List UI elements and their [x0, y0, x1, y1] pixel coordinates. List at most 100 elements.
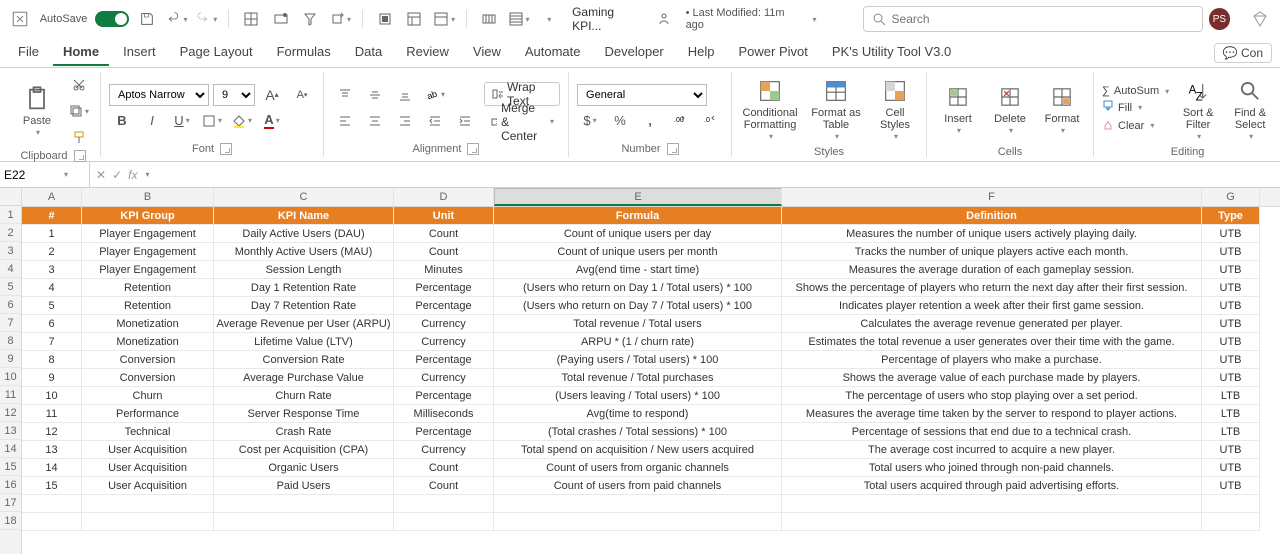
cell[interactable]: 6 [22, 315, 82, 333]
row-header[interactable]: 16 [0, 476, 21, 494]
accept-formula-icon[interactable]: ✓ [112, 168, 122, 182]
cell[interactable]: Player Engagement [82, 261, 214, 279]
fx-icon[interactable]: fx [128, 168, 137, 182]
qat-icon-3[interactable] [298, 7, 322, 31]
cell[interactable]: Total revenue / Total users [494, 315, 782, 333]
cell[interactable]: Minutes [394, 261, 494, 279]
cell[interactable]: Count [394, 477, 494, 495]
cell[interactable]: Definition [782, 207, 1202, 225]
cell[interactable]: Server Response Time [214, 405, 394, 423]
clipboard-launcher-icon[interactable] [74, 150, 86, 162]
align-right-icon[interactable] [392, 110, 418, 132]
last-modified[interactable]: • Last Modified: 11m ago [686, 7, 805, 31]
row-header[interactable]: 1 [0, 206, 21, 224]
tab-pk-s-utility-tool-v3-0[interactable]: PK's Utility Tool V3.0 [822, 39, 961, 66]
merge-center-button[interactable]: Merge & Center▾ [484, 110, 560, 134]
save-icon[interactable] [135, 7, 159, 31]
cell[interactable]: UTB [1202, 261, 1260, 279]
cell[interactable]: 8 [22, 351, 82, 369]
font-name-select[interactable]: Aptos Narrow [109, 84, 209, 106]
cell[interactable]: Avg(end time - start time) [494, 261, 782, 279]
cell[interactable]: UTB [1202, 225, 1260, 243]
cell[interactable]: Calculates the average revenue generated… [782, 315, 1202, 333]
cell[interactable]: Count [394, 243, 494, 261]
decrease-decimal-icon[interactable]: .0 [697, 110, 723, 132]
font-color-icon[interactable]: A▾ [259, 110, 285, 132]
cell[interactable]: Type [1202, 207, 1260, 225]
cell[interactable]: Percentage of sessions that end due to a… [782, 423, 1202, 441]
search-input[interactable] [892, 12, 1194, 26]
cell[interactable] [82, 513, 214, 531]
paste-button[interactable]: Paste ▾ [14, 81, 60, 141]
tab-formulas[interactable]: Formulas [267, 39, 341, 66]
cell[interactable]: Monthly Active Users (MAU) [214, 243, 394, 261]
orientation-icon[interactable]: ab▾ [422, 84, 448, 106]
row-header[interactable]: 11 [0, 386, 21, 404]
cell[interactable]: Measures the number of unique users acti… [782, 225, 1202, 243]
cell[interactable]: Percentage [394, 387, 494, 405]
cell[interactable]: Conversion Rate [214, 351, 394, 369]
cell[interactable]: User Acquisition [82, 477, 214, 495]
qat-icon-7[interactable]: ▾ [432, 7, 456, 31]
col-header-D[interactable]: D [394, 188, 494, 206]
modified-dropdown-icon[interactable]: ▾ [813, 15, 817, 24]
search-box[interactable] [863, 6, 1203, 32]
cell[interactable]: Count of unique users per month [494, 243, 782, 261]
cell[interactable] [1202, 495, 1260, 513]
row-header[interactable]: 15 [0, 458, 21, 476]
cell[interactable]: KPI Name [214, 207, 394, 225]
cell[interactable]: Measures the average duration of each ga… [782, 261, 1202, 279]
cell[interactable]: 7 [22, 333, 82, 351]
cell[interactable]: 11 [22, 405, 82, 423]
avatar[interactable]: PS [1209, 8, 1231, 30]
cell[interactable]: User Acquisition [82, 441, 214, 459]
cell[interactable]: Average Purchase Value [214, 369, 394, 387]
cell[interactable]: Percentage [394, 351, 494, 369]
cell[interactable]: Player Engagement [82, 225, 214, 243]
cell[interactable]: Daily Active Users (DAU) [214, 225, 394, 243]
comments-button[interactable]: 💬 Con [1214, 43, 1272, 63]
format-cells-button[interactable]: Format▾ [1039, 74, 1085, 144]
qat-icon-8[interactable] [477, 7, 501, 31]
cell[interactable]: 9 [22, 369, 82, 387]
align-top-icon[interactable] [332, 84, 358, 106]
col-header-B[interactable]: B [82, 188, 214, 206]
cell[interactable]: Count of unique users per day [494, 225, 782, 243]
select-all-corner[interactable] [0, 188, 21, 206]
cell[interactable]: Player Engagement [82, 243, 214, 261]
cell[interactable]: Crash Rate [214, 423, 394, 441]
qat-icon-6[interactable] [403, 7, 427, 31]
tab-review[interactable]: Review [396, 39, 459, 66]
comma-icon[interactable]: , [637, 110, 663, 132]
cell-styles-button[interactable]: Cell Styles▾ [872, 74, 918, 144]
cancel-formula-icon[interactable]: ✕ [96, 168, 106, 182]
cell[interactable]: UTB [1202, 441, 1260, 459]
font-launcher-icon[interactable] [220, 143, 232, 155]
fill-color-icon[interactable]: ▾ [229, 110, 255, 132]
row-header[interactable]: 8 [0, 332, 21, 350]
cell[interactable] [22, 513, 82, 531]
cell[interactable]: UTB [1202, 369, 1260, 387]
cell[interactable]: Cost per Acquisition (CPA) [214, 441, 394, 459]
cell[interactable]: UTB [1202, 297, 1260, 315]
cell[interactable]: Day 1 Retention Rate [214, 279, 394, 297]
col-header-C[interactable]: C [214, 188, 394, 206]
qat-icon-4[interactable]: ▾ [328, 7, 352, 31]
cell[interactable] [214, 495, 394, 513]
tab-home[interactable]: Home [53, 39, 109, 66]
cell[interactable]: UTB [1202, 351, 1260, 369]
decrease-font-icon[interactable]: A▾ [289, 84, 315, 106]
cell[interactable]: Performance [82, 405, 214, 423]
row-header[interactable]: 6 [0, 296, 21, 314]
cell[interactable]: Measures the average time taken by the s… [782, 405, 1202, 423]
qat-overflow-icon[interactable]: ▾ [536, 7, 560, 31]
cell[interactable]: User Acquisition [82, 459, 214, 477]
row-header[interactable]: 13 [0, 422, 21, 440]
decrease-indent-icon[interactable] [422, 110, 448, 132]
cell[interactable]: Churn [82, 387, 214, 405]
col-header-A[interactable]: A [22, 188, 82, 206]
cell[interactable]: 2 [22, 243, 82, 261]
cell[interactable]: Average Revenue per User (ARPU) [214, 315, 394, 333]
cell[interactable]: The percentage of users who stop playing… [782, 387, 1202, 405]
cell[interactable]: Paid Users [214, 477, 394, 495]
